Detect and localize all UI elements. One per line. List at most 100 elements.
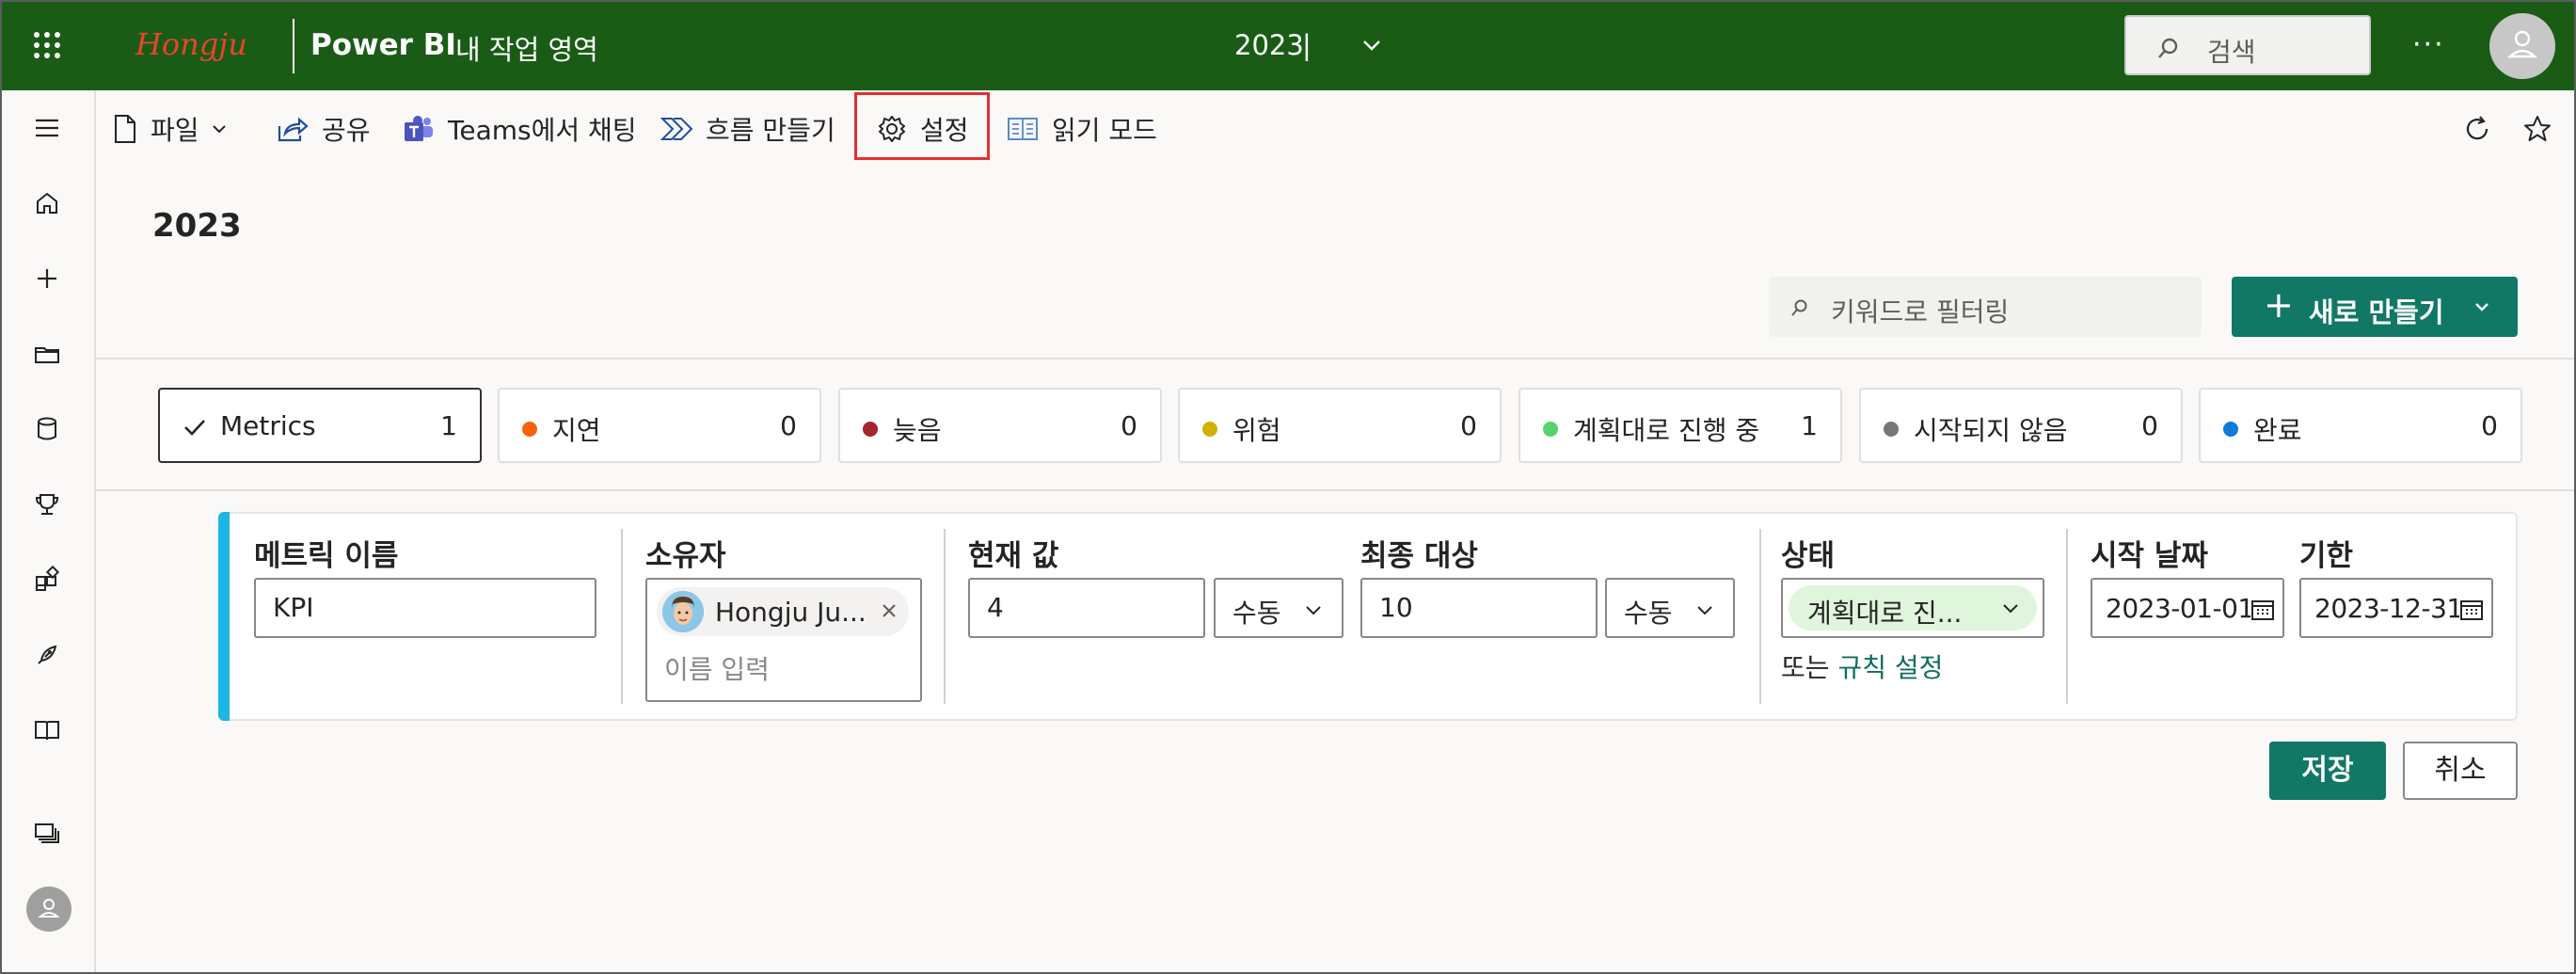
close-icon[interactable] — [879, 600, 899, 621]
create-icon[interactable] — [30, 262, 64, 295]
new-button[interactable]: + 새로 만들기 — [2232, 277, 2518, 337]
person-icon — [2506, 30, 2538, 58]
chevron-down-icon — [212, 125, 226, 134]
status-card-label: 완료 — [2253, 415, 2302, 446]
status-card-on-track[interactable]: 계획대로 진행 중 1 — [1519, 388, 1842, 463]
status-card-count: 1 — [1801, 410, 1818, 441]
reading-mode-icon — [1008, 118, 1038, 140]
status-dropdown[interactable]: 계획대로 진... — [1781, 578, 2044, 638]
checkmark-icon — [184, 420, 205, 436]
owner-avatar — [662, 591, 704, 632]
app-name[interactable]: Power BI — [310, 28, 456, 62]
workspace-breadcrumb[interactable]: 내 작업 영역 — [455, 28, 598, 68]
rule-prefix: 또는 — [1781, 652, 1830, 683]
owner-name: Hongju Ju... — [715, 597, 867, 628]
report-title[interactable]: 2023 — [1234, 29, 1304, 61]
share-button[interactable]: 공유 — [277, 107, 371, 151]
status-card-count: 0 — [2481, 410, 2498, 441]
current-value-mode-dropdown[interactable]: 수동 — [1214, 578, 1344, 638]
status-card-metrics[interactable]: Metrics 1 — [158, 388, 482, 463]
status-card-count: 0 — [780, 410, 797, 441]
column-separator — [2066, 529, 2068, 704]
owner-name-placeholder: 이름 입력 — [664, 654, 770, 685]
title-separator: | — [1302, 29, 1312, 61]
start-date-header: 시작 날짜 — [2091, 539, 2208, 573]
person-icon — [38, 899, 60, 918]
filter-placeholder: 키워드로 필터링 — [1831, 296, 2010, 327]
teams-chat-label: Teams에서 채팅 — [448, 115, 637, 146]
account-icon[interactable] — [26, 886, 72, 932]
reading-mode-label: 읽기 모드 — [1052, 115, 1157, 146]
status-card-label: 시작되지 않음 — [1914, 415, 2068, 446]
teams-chat-button[interactable]: Teams에서 채팅 — [403, 107, 637, 151]
start-date-input[interactable]: 2023-01-01 — [2091, 578, 2284, 638]
status-card-label: Metrics — [220, 410, 316, 441]
section-divider — [96, 489, 2576, 491]
refresh-icon[interactable] — [2461, 113, 2493, 145]
cancel-button[interactable]: 취소 — [2403, 742, 2518, 800]
column-separator — [944, 529, 946, 704]
metric-accent-bar — [218, 512, 230, 721]
file-menu-button[interactable]: 파일 — [113, 107, 228, 151]
status-card-not-started[interactable]: 시작되지 않음 0 — [1859, 388, 2183, 463]
keyword-filter-input[interactable]: 키워드로 필터링 — [1769, 277, 2202, 337]
set-rules-link[interactable]: 규칙 설정 — [1837, 652, 1943, 683]
status-card-label: 지연 — [552, 415, 601, 446]
favorite-star-icon[interactable] — [2521, 113, 2553, 145]
status-card-overdue[interactable]: 지연 0 — [498, 388, 821, 463]
account-avatar[interactable] — [2489, 13, 2555, 79]
status-dot — [2223, 422, 2238, 437]
final-target-input[interactable]: 10 — [1360, 578, 1598, 638]
goals-icon[interactable] — [30, 487, 64, 521]
menu-icon[interactable] — [30, 111, 64, 145]
reading-mode-button[interactable]: 읽기 모드 — [1007, 107, 1157, 151]
plus-icon: + — [2264, 284, 2294, 326]
calendar-icon[interactable] — [2250, 599, 2275, 621]
home-icon[interactable] — [30, 186, 64, 220]
final-target-mode: 수동 — [1624, 598, 1673, 629]
chevron-down-icon — [2475, 303, 2489, 311]
status-card-label: 늦음 — [893, 415, 942, 446]
global-search-input[interactable]: 검색 — [2124, 15, 2371, 75]
top-header: Hongju Power BI 내 작업 영역 2023 | 검색 ··· — [0, 0, 2576, 90]
status-card-completed[interactable]: 완료 0 — [2199, 388, 2522, 463]
more-options-icon[interactable]: ··· — [2412, 28, 2445, 61]
status-dot — [1202, 422, 1217, 437]
learn-icon[interactable] — [30, 713, 64, 747]
current-value-mode: 수동 — [1232, 598, 1281, 629]
document-icon — [115, 115, 135, 143]
metric-name-header: 메트릭 이름 — [254, 539, 399, 573]
chevron-down-icon[interactable] — [1360, 34, 1383, 56]
final-target-mode-dropdown[interactable]: 수동 — [1605, 578, 1735, 638]
header-divider — [293, 19, 294, 73]
page-title: 2023 — [152, 207, 242, 245]
share-icon — [278, 117, 309, 142]
deployment-icon[interactable] — [30, 638, 64, 672]
create-flow-label: 흐름 만들기 — [706, 115, 835, 146]
owner-persona-chip[interactable]: Hongju Ju... — [657, 587, 909, 636]
browse-icon[interactable] — [30, 337, 64, 371]
app-launcher-icon[interactable] — [34, 32, 60, 58]
create-flow-button[interactable]: 흐름 만들기 — [660, 107, 835, 151]
save-button[interactable]: 저장 — [2269, 742, 2386, 800]
power-automate-icon — [660, 118, 692, 140]
due-date-input[interactable]: 2023-12-31 — [2299, 578, 2493, 638]
status-dot — [1884, 422, 1899, 437]
status-card-at-risk[interactable]: 위험 0 — [1178, 388, 1502, 463]
chevron-down-icon — [1306, 606, 1321, 615]
status-card-label: 계획대로 진행 중 — [1573, 415, 1760, 446]
apps-icon[interactable] — [30, 563, 64, 597]
calendar-icon[interactable] — [2459, 599, 2484, 621]
status-card-behind[interactable]: 늦음 0 — [838, 388, 1162, 463]
metric-name-input[interactable]: KPI — [254, 578, 596, 638]
search-icon — [2158, 38, 2178, 58]
workspaces-icon[interactable] — [30, 817, 64, 851]
status-card-count: 0 — [1460, 410, 1477, 441]
brand-logo[interactable]: Hongju — [135, 26, 247, 62]
current-value-input[interactable]: 4 — [968, 578, 1205, 638]
data-hub-icon[interactable] — [30, 412, 64, 446]
owner-picker[interactable]: Hongju Ju... 이름 입력 — [645, 578, 922, 702]
search-icon — [1791, 299, 1807, 316]
owner-header: 소유자 — [645, 539, 726, 573]
share-label: 공유 — [322, 115, 371, 146]
